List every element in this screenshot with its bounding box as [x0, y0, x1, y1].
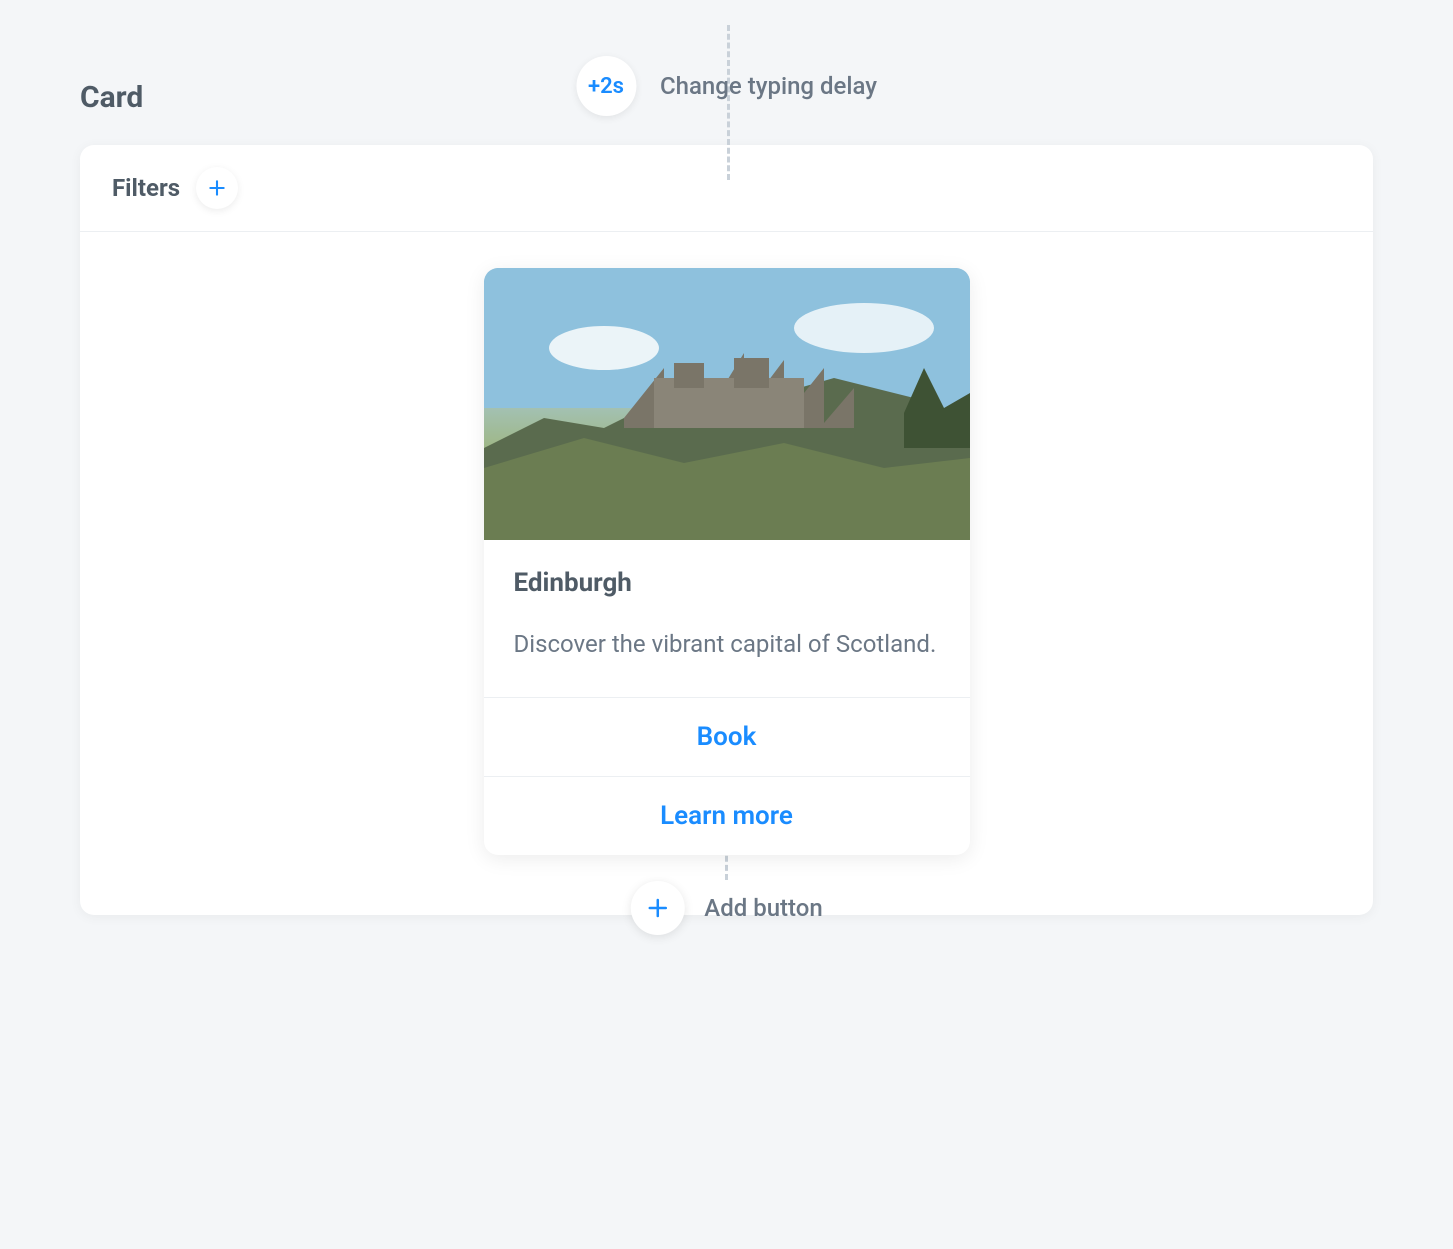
delay-value: +2s: [588, 74, 624, 99]
card-image: [484, 268, 970, 540]
filters-label: Filters: [112, 174, 180, 202]
card-description[interactable]: Discover the vibrant capital of Scotland…: [514, 626, 940, 663]
add-button-circle[interactable]: [630, 881, 684, 935]
preview-card[interactable]: Edinburgh Discover the vibrant capital o…: [484, 268, 970, 855]
card-action-learn-more[interactable]: Learn more: [484, 776, 970, 855]
typing-delay-pill[interactable]: +2s: [576, 56, 636, 116]
add-filter-button[interactable]: [196, 167, 238, 209]
card-content: Edinburgh Discover the vibrant capital o…: [484, 540, 970, 697]
plus-icon: [207, 178, 227, 198]
add-button-label[interactable]: Add button: [704, 894, 822, 922]
card-container: Filters: [80, 145, 1373, 915]
card-action-book[interactable]: Book: [484, 697, 970, 776]
card-body: Edinburgh Discover the vibrant capital o…: [80, 232, 1373, 915]
card-title[interactable]: Edinburgh: [514, 568, 940, 598]
plus-icon: [645, 896, 669, 920]
typing-delay-label[interactable]: Change typing delay: [660, 72, 877, 100]
